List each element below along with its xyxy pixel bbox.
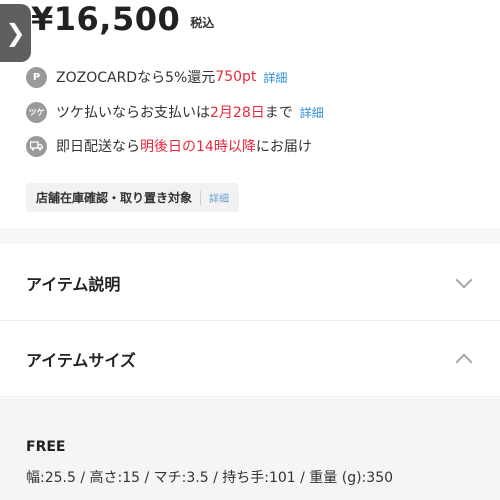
size-name: FREE bbox=[26, 439, 66, 455]
payment-due-date: 2月28日 bbox=[210, 105, 265, 121]
delivery-date: 明後日の14時以降 bbox=[140, 139, 256, 155]
tsuke-pay-row: ツケ ツケ払いならお支払いは 2月28日 まで 詳細 bbox=[26, 100, 324, 124]
tsuke-pay-text: ツケ払いならお支払いは bbox=[56, 105, 210, 121]
delivery-suffix: にお届け bbox=[255, 139, 312, 155]
zozo-card-icon: P bbox=[26, 66, 47, 88]
item-description-title: アイテム説明 bbox=[26, 274, 121, 294]
chip-divider bbox=[200, 190, 202, 205]
back-button[interactable]: ❯ bbox=[0, 4, 31, 62]
chevron-down-icon bbox=[455, 271, 473, 288]
delivery-truck-icon bbox=[26, 135, 47, 157]
zozocard-benefit-row: P ZOZOCARDなら5%還元 750pt 詳細 bbox=[26, 65, 287, 89]
section-divider bbox=[0, 228, 500, 244]
store-stock-label: 店舗在庫確認・取り置き対象 bbox=[36, 191, 193, 205]
tsuke-pay-suffix: まで bbox=[264, 105, 293, 121]
points-amount: 750pt bbox=[215, 69, 257, 85]
store-stock-detail-link[interactable]: 詳細 bbox=[209, 190, 229, 205]
tsuke-pay-detail-link[interactable]: 詳細 bbox=[300, 104, 324, 121]
zozocard-detail-link[interactable]: 詳細 bbox=[263, 69, 287, 86]
item-description-accordion[interactable]: アイテム説明 bbox=[0, 245, 500, 321]
chevron-right-icon: ❯ bbox=[5, 19, 26, 47]
chevron-up-icon bbox=[455, 353, 473, 370]
zozocard-benefit-text: ZOZOCARDなら5%還元 bbox=[56, 70, 216, 86]
delivery-text: 即日配送なら bbox=[56, 139, 140, 155]
store-stock-chip[interactable]: 店舗在庫確認・取り置き対象 詳細 bbox=[26, 183, 240, 212]
item-size-title: アイテムサイズ bbox=[26, 350, 136, 370]
tax-label: 税込 bbox=[190, 16, 215, 30]
price: ¥16,500 bbox=[31, 0, 181, 38]
price-row: ¥16,500 税込 bbox=[31, 0, 214, 38]
item-size-accordion[interactable]: アイテムサイズ bbox=[0, 321, 500, 397]
size-details-panel: FREE 幅:25.5 / 高さ:15 / マチ:3.5 / 持ち手:101 /… bbox=[0, 398, 500, 500]
delivery-row: 即日配送なら 明後日の14時以降 にお届け bbox=[26, 134, 312, 158]
tsuke-pay-icon: ツケ bbox=[26, 101, 47, 123]
size-dimensions: 幅:25.5 / 高さ:15 / マチ:3.5 / 持ち手:101 / 重量 (… bbox=[26, 470, 394, 486]
